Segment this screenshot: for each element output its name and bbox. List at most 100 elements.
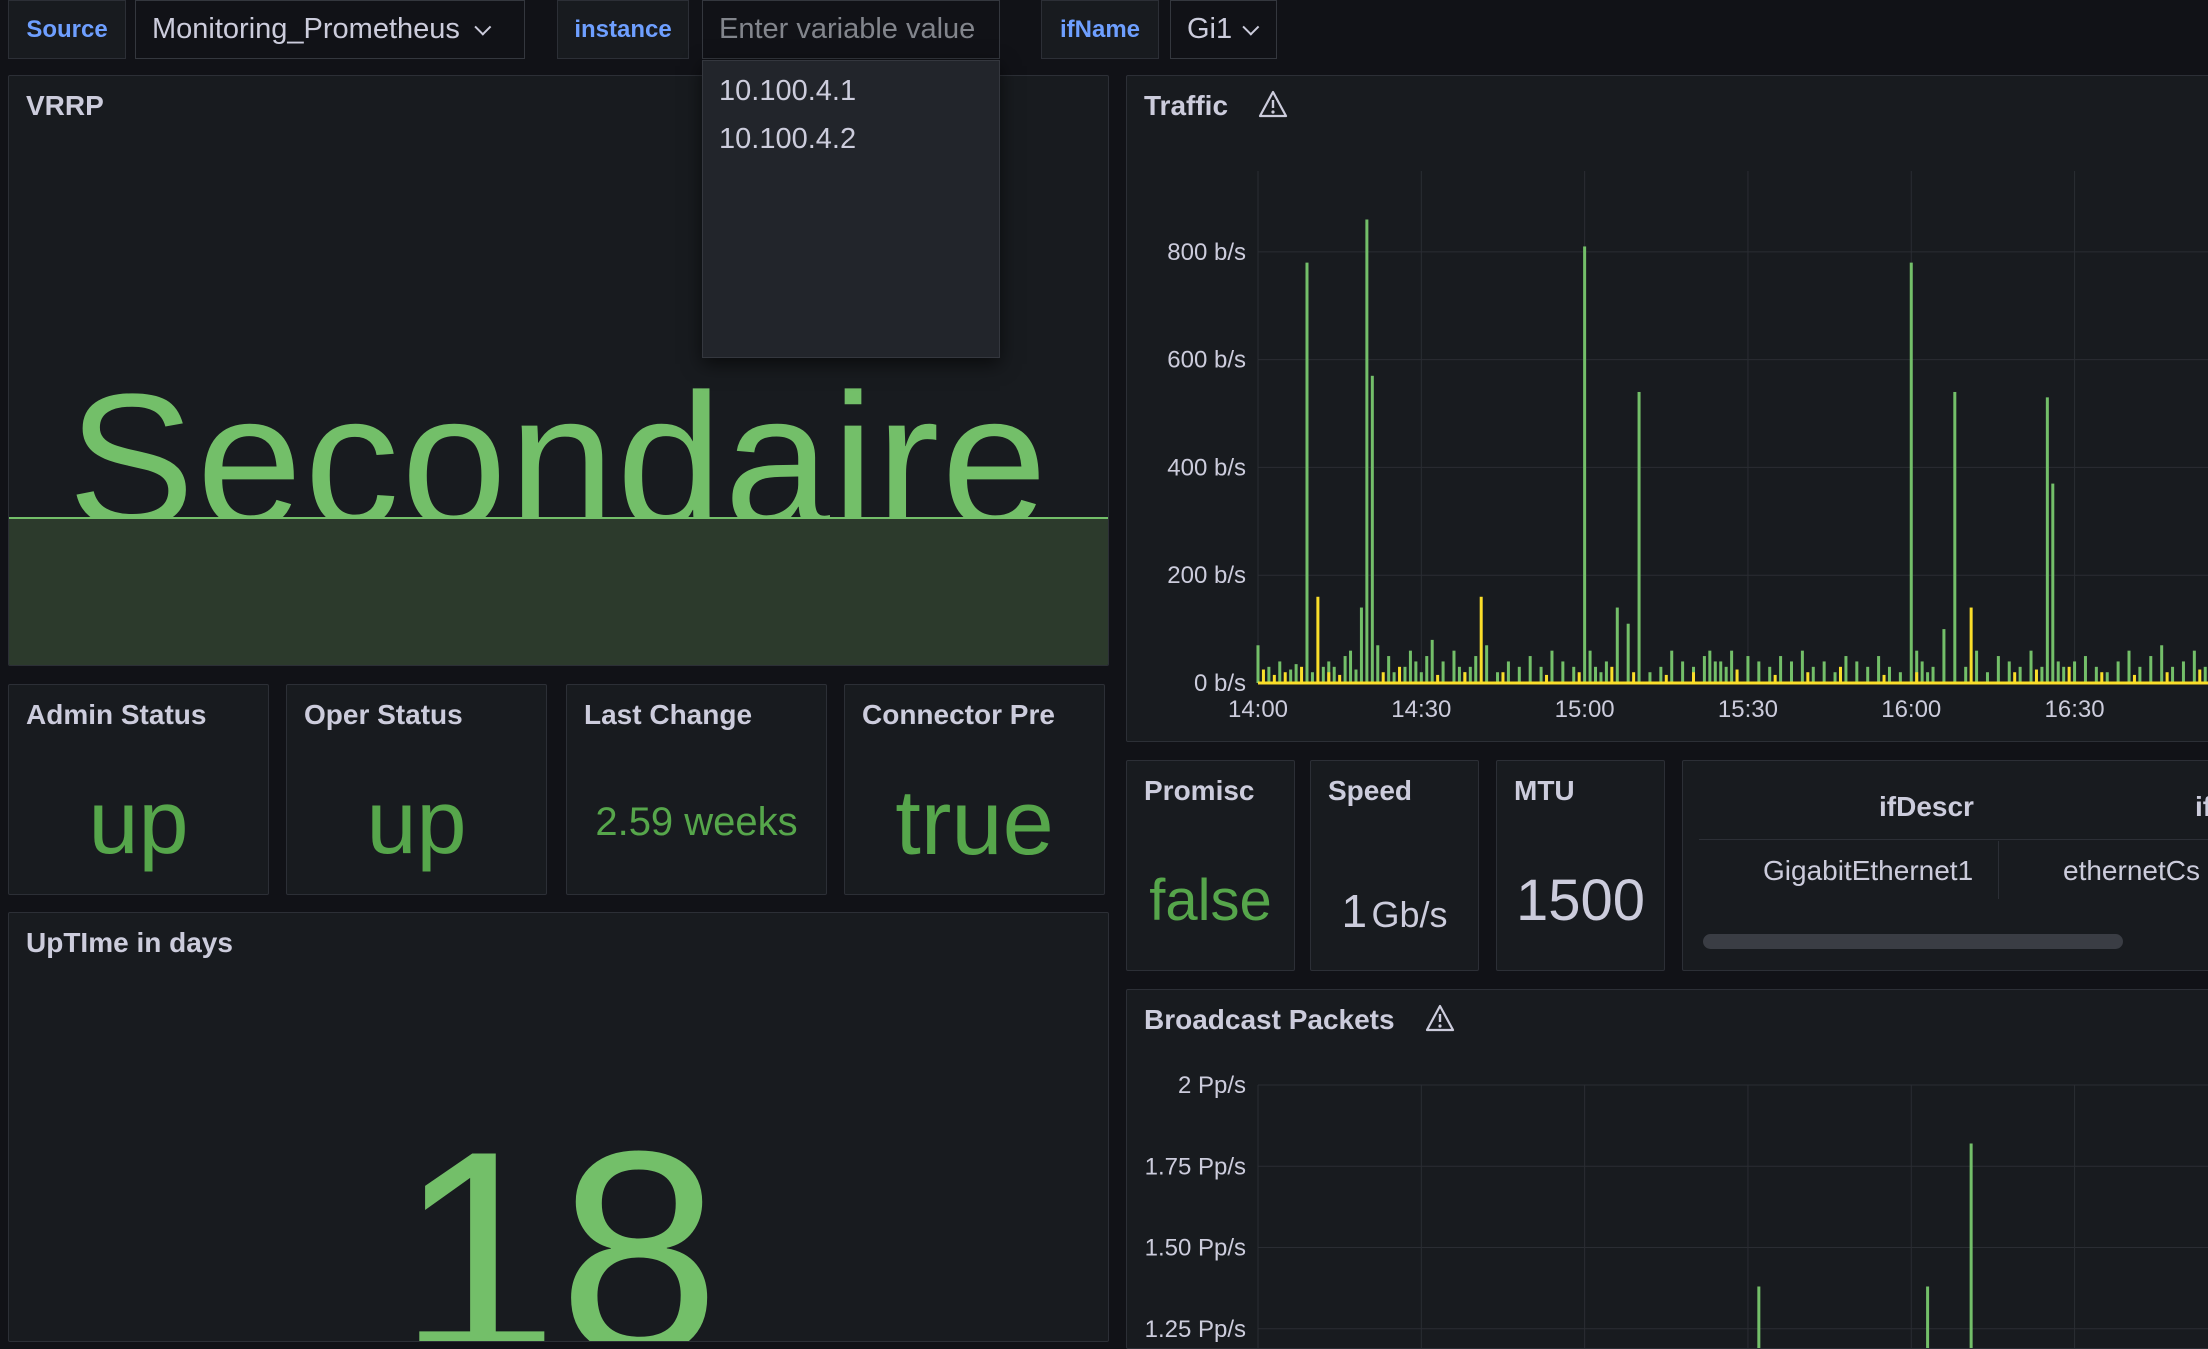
traffic-bar [2019,667,2022,683]
traffic-bar [1295,664,1298,683]
traffic-bar [1442,661,1445,683]
source-variable-label: Source [8,0,126,59]
traffic-bar [1839,667,1842,683]
ifname-label-text: ifName [1060,16,1140,44]
traffic-bar [1578,672,1581,683]
traffic-bar [2171,667,2174,683]
source-select[interactable]: Monitoring_Prometheus [135,0,525,59]
speed-value-unit: Gb/s [1372,894,1448,935]
x-tick-label: 15:30 [1718,696,1778,723]
traffic-bar [1485,645,1488,683]
traffic-bar [1289,670,1292,683]
last-change-panel: Last Change 2.59 weeks [566,684,827,895]
broadcast-bar [1926,1287,1929,1349]
traffic-bar [1812,667,1815,683]
speed-value-number: 1 [1341,885,1367,937]
traffic-bar [1257,645,1260,683]
traffic-bar [1360,608,1363,683]
traffic-bar [1692,672,1695,683]
y-tick-label: 1.25 Pp/s [1145,1316,1246,1343]
if-table-panel: ifDescr if GigabitEthernet1 ethernetCs [1682,760,2208,971]
traffic-bar [1322,667,1325,683]
traffic-bar [1708,651,1711,683]
traffic-bar [1376,645,1379,683]
source-label-text: Source [26,16,107,44]
traffic-bar [1730,651,1733,683]
traffic-bar [1305,263,1308,683]
traffic-bar [2160,645,2163,683]
traffic-bar [1354,670,1357,683]
traffic-bar [1452,651,1455,683]
connector-value: true [845,773,1104,873]
traffic-bar [1714,661,1717,683]
ifname-select[interactable]: Gi1 [1170,0,1277,59]
ifname-variable-label: ifName [1041,0,1159,59]
traffic-bar [1327,672,1330,683]
traffic-bar [1610,667,1613,683]
traffic-bar [1970,608,1973,683]
traffic-bar [1278,661,1281,683]
vrrp-sparkline-fill [9,517,1108,666]
traffic-bar [1414,661,1417,683]
panel-title: Last Change [584,699,752,731]
mtu-value: 1500 [1497,861,1664,941]
traffic-bar [1638,392,1641,683]
traffic-bar [1398,667,1401,683]
traffic-bar [1823,661,1826,683]
traffic-bar [1921,661,1924,683]
table-cell: ethernetCs [2063,855,2200,887]
traffic-bar [2204,667,2207,683]
panel-title: Admin Status [26,699,206,731]
traffic-bar [1975,651,1978,683]
traffic-bar [1371,376,1374,683]
traffic-bar [2040,667,2043,683]
ifname-select-value: Gi1 [1187,13,1232,46]
traffic-bar [2138,667,2141,683]
traffic-bar [2198,670,2201,683]
traffic-bar [1300,667,1303,683]
table-cell: GigabitEthernet1 [1763,855,1973,887]
table-horizontal-scrollbar[interactable] [1703,934,2123,949]
traffic-bar [1529,656,1532,683]
y-tick-label: 1.50 Pp/s [1145,1235,1246,1262]
traffic-bar [1801,651,1804,683]
traffic-bar [1670,651,1673,683]
traffic-bar [1997,656,2000,683]
table-header[interactable]: if [2195,791,2208,823]
traffic-chart: 0 b/s200 b/s400 b/s600 b/s800 b/s14:0014… [1127,76,2208,742]
traffic-bar [1458,667,1461,683]
traffic-bar [1932,667,1935,683]
traffic-bar [2062,667,2065,683]
instance-label-text: instance [574,16,671,44]
chevron-down-icon [1242,18,1259,35]
instance-option[interactable]: 10.100.4.1 [703,67,999,115]
table-header[interactable]: ifDescr [1879,791,1974,823]
y-tick-label: 600 b/s [1167,347,1246,374]
chevron-down-icon [474,18,491,35]
traffic-bar [1926,672,1929,683]
instance-option[interactable]: 10.100.4.2 [703,115,999,163]
traffic-bar [2008,661,2011,683]
traffic-bar [1550,651,1553,683]
traffic-bar [1507,661,1510,683]
traffic-bar [1469,667,1472,683]
traffic-bar [1719,661,1722,683]
traffic-panel: Traffic 0 b/s200 b/s400 b/s600 b/s800 b/… [1126,75,2208,742]
x-tick-label: 16:30 [2045,696,2105,723]
traffic-bar [1757,661,1760,683]
instance-input[interactable] [702,0,1000,59]
y-tick-label: 0 b/s [1194,670,1246,697]
x-tick-label: 14:00 [1228,696,1288,723]
admin-status-panel: Admin Status up [8,684,269,895]
traffic-bar [1605,661,1608,683]
traffic-bar [2095,667,2098,683]
traffic-bar [1866,667,1869,683]
traffic-bar [1806,672,1809,683]
traffic-bar [1393,672,1396,683]
traffic-bar [1616,608,1619,683]
y-tick-label: 200 b/s [1167,562,1246,589]
broadcast-bar [1970,1144,1973,1349]
x-tick-label: 16:00 [1881,696,1941,723]
traffic-bar [1403,667,1406,683]
y-tick-label: 1.75 Pp/s [1145,1153,1246,1180]
